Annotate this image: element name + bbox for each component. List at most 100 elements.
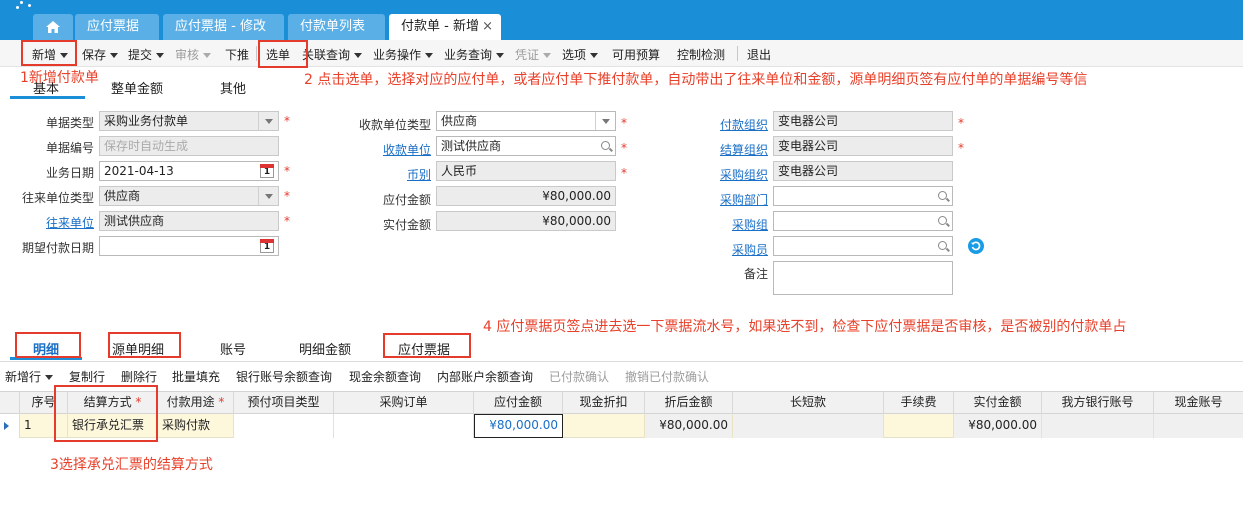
- business-operation-button[interactable]: 业务操作: [373, 46, 434, 63]
- audit-button[interactable]: 审核: [175, 46, 212, 63]
- contact-type-select[interactable]: 供应商: [99, 186, 279, 206]
- tab-payable-bill[interactable]: 应付票据: [75, 14, 159, 40]
- purchase-group-label-link[interactable]: 采购组: [690, 216, 768, 233]
- required-mark: *: [958, 116, 964, 130]
- cell-purchase-order[interactable]: [334, 414, 474, 438]
- available-budget-button[interactable]: 可用预算: [612, 46, 660, 63]
- table-row[interactable]: 1 银行承兑汇票 采购付款 ¥80,000.00 ¥80,000.00 ¥80,…: [0, 414, 1243, 438]
- tab-payable-bill-edit[interactable]: 应付票据 - 修改: [163, 14, 284, 40]
- search-icon[interactable]: [938, 216, 947, 225]
- search-icon[interactable]: [601, 141, 610, 150]
- payee-label-link[interactable]: 收款单位: [330, 141, 431, 158]
- col-bank-account: 我方银行账号: [1042, 392, 1154, 414]
- options-button[interactable]: 选项: [562, 46, 599, 63]
- search-icon[interactable]: [938, 241, 947, 250]
- active-tab-indicator: [10, 96, 85, 99]
- payment-confirm-button[interactable]: 已付款确认: [549, 368, 609, 385]
- purchase-org-field[interactable]: 变电器公司: [773, 161, 953, 181]
- chevron-down-icon: [543, 53, 552, 58]
- tab-payment-new[interactable]: 付款单 - 新增 ×: [389, 14, 501, 40]
- main-toolbar: 新增 保存 提交 审核 下推 选单 关联查询 业务操作 业务查询 凭证 选项 可…: [0, 40, 1243, 67]
- payee-type-select[interactable]: 供应商: [436, 111, 616, 131]
- exit-button[interactable]: 退出: [747, 46, 771, 63]
- push-down-button[interactable]: 下推: [225, 46, 249, 63]
- grid-header-indicator: [0, 392, 20, 414]
- row-pointer-icon: [0, 414, 20, 438]
- payee-field[interactable]: 测试供应商: [436, 136, 616, 156]
- home-icon: [46, 21, 60, 33]
- internal-balance-query-button[interactable]: 内部账户余额查询: [437, 368, 533, 385]
- business-query-button[interactable]: 业务查询: [444, 46, 505, 63]
- cell-cash-discount[interactable]: [563, 414, 645, 438]
- expect-date-field[interactable]: 1: [99, 236, 279, 256]
- calendar-icon[interactable]: 1: [260, 239, 274, 253]
- chevron-down-icon: [110, 53, 119, 58]
- doc-type-select[interactable]: 采购业务付款单: [99, 111, 279, 131]
- cell-after-discount: ¥80,000.00: [645, 414, 733, 438]
- search-icon[interactable]: [938, 191, 947, 200]
- biz-date-field[interactable]: 2021-04-13 1: [99, 161, 279, 181]
- settle-org-label-link[interactable]: 结算组织: [690, 141, 768, 158]
- detail-tab-account[interactable]: 账号: [220, 339, 246, 358]
- dropdown-arrow-icon[interactable]: [595, 112, 615, 130]
- revoke-payment-confirm-button[interactable]: 撤销已付款确认: [625, 368, 709, 385]
- detail-tab-amount[interactable]: 明细金额: [299, 339, 351, 358]
- save-button[interactable]: 保存: [82, 46, 119, 63]
- currency-field[interactable]: 人民币: [436, 161, 616, 181]
- calendar-icon[interactable]: 1: [260, 164, 274, 178]
- bank-balance-query-button[interactable]: 银行账号余额查询: [236, 368, 332, 385]
- contact-label-link[interactable]: 往来单位: [0, 214, 94, 231]
- form-tab-other[interactable]: 其他: [220, 78, 246, 97]
- add-row-button[interactable]: 新增行: [5, 368, 54, 385]
- submit-button[interactable]: 提交: [128, 46, 165, 63]
- payee-type-label: 收款单位类型: [358, 118, 431, 132]
- col-cash-account: 现金账号: [1174, 395, 1223, 409]
- cell-cash-account[interactable]: [1154, 414, 1243, 438]
- remark-textarea[interactable]: [773, 261, 953, 295]
- annotation-1: 1新增付款单: [20, 70, 99, 86]
- cash-balance-query-button[interactable]: 现金余额查询: [349, 368, 421, 385]
- cell-prepay-type[interactable]: [234, 414, 334, 438]
- col-purchase-order: 采购订单: [334, 392, 474, 414]
- highlight-payable-bill-tab: [383, 333, 471, 358]
- purchaser-field[interactable]: [773, 236, 953, 256]
- close-icon[interactable]: ×: [482, 14, 493, 40]
- cell-bank-account[interactable]: [1042, 414, 1154, 438]
- purchase-group-field[interactable]: [773, 211, 953, 231]
- copy-row-button[interactable]: 复制行: [69, 368, 105, 385]
- chevron-down-icon: [156, 53, 165, 58]
- chevron-down-icon: [425, 53, 434, 58]
- chevron-down-icon: [45, 375, 54, 380]
- doc-type-label: 单据类型: [45, 116, 94, 130]
- biz-date-label: 业务日期: [45, 166, 94, 180]
- home-tab[interactable]: [33, 14, 73, 40]
- voucher-button[interactable]: 凭证: [515, 46, 552, 63]
- pay-org-label-link[interactable]: 付款组织: [690, 116, 768, 133]
- col-fee: 手续费: [884, 392, 954, 414]
- pay-org-field[interactable]: 变电器公司: [773, 111, 953, 131]
- currency-label-link[interactable]: 币别: [330, 166, 431, 183]
- cell-payable[interactable]: ¥80,000.00: [474, 414, 563, 438]
- batch-fill-button[interactable]: 批量填充: [172, 368, 220, 385]
- cell-fee[interactable]: [884, 414, 954, 438]
- chevron-down-icon: [496, 53, 505, 58]
- dropdown-arrow-icon[interactable]: [258, 112, 278, 130]
- toolbar-divider: [256, 46, 257, 61]
- settle-org-field[interactable]: 变电器公司: [773, 136, 953, 156]
- cell-pay-use[interactable]: 采购付款: [158, 414, 234, 438]
- related-query-button[interactable]: 关联查询: [302, 46, 363, 63]
- control-check-button[interactable]: 控制检测: [677, 46, 725, 63]
- tab-payment-list[interactable]: 付款单列表: [288, 14, 385, 40]
- dropdown-arrow-icon[interactable]: [258, 187, 278, 205]
- doc-no-field[interactable]: 保存时自动生成: [99, 136, 279, 156]
- purchaser-label-link[interactable]: 采购员: [690, 241, 768, 258]
- purchase-org-label-link[interactable]: 采购组织: [690, 166, 768, 183]
- purchase-dept-field[interactable]: [773, 186, 953, 206]
- form-tab-total-amount[interactable]: 整单金额: [111, 78, 163, 97]
- purchase-dept-label-link[interactable]: 采购部门: [690, 191, 768, 208]
- contact-field[interactable]: 测试供应商: [99, 211, 279, 231]
- highlight-source-detail-tab: [108, 332, 181, 358]
- delete-row-button[interactable]: 删除行: [121, 368, 157, 385]
- required-mark: *: [284, 214, 290, 228]
- refresh-icon[interactable]: [968, 238, 984, 254]
